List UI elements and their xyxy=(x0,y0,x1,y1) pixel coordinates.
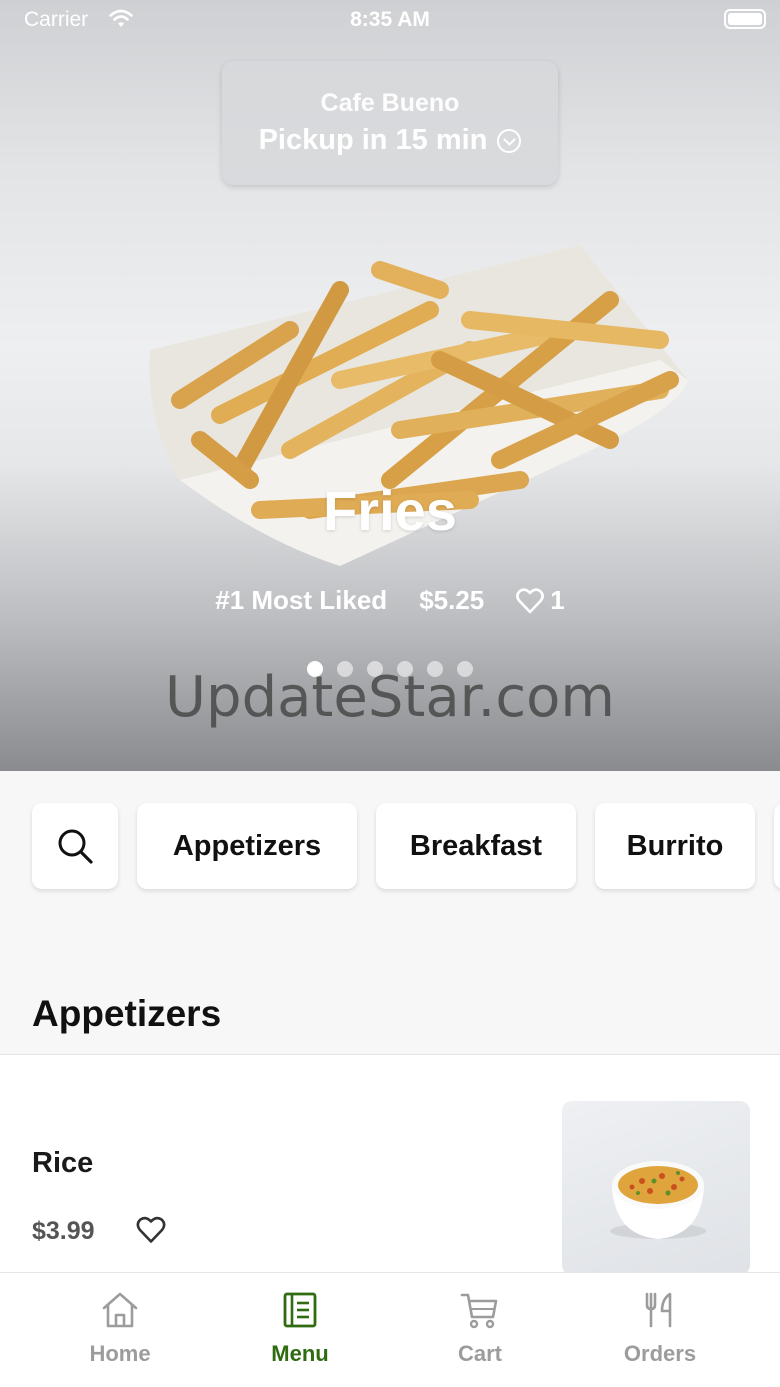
menu-item-name: Rice xyxy=(32,1147,94,1179)
orders-icon xyxy=(645,1292,672,1328)
category-chip-appetizers[interactable]: Appetizers xyxy=(137,803,357,889)
chevron-down-icon xyxy=(497,128,522,153)
watermark: UpdateStar.com xyxy=(165,665,615,730)
search-icon xyxy=(58,829,93,864)
pickup-time-label: Pickup in 15 min xyxy=(258,124,488,156)
status-bar: Carrier 8:35 AM xyxy=(0,0,780,40)
category-chip-burrito[interactable]: Burrito xyxy=(595,803,755,889)
category-chips[interactable]: Appetizers Breakfast Burrito xyxy=(0,800,780,895)
tab-label-cart: Cart xyxy=(457,1341,502,1366)
category-chip-breakfast[interactable]: Breakfast xyxy=(376,803,576,889)
menu-icon xyxy=(283,1292,317,1328)
heart-icon xyxy=(516,587,545,613)
tab-bar: Home Menu Cart Orders xyxy=(0,1272,780,1387)
tab-label-menu: Menu xyxy=(271,1341,329,1366)
featured-hero[interactable]: Carrier 8:35 AM Cafe Bueno Pickup in 15 … xyxy=(0,0,780,771)
tab-label-orders: Orders xyxy=(623,1341,697,1366)
menu-item[interactable]: Rice $3.99 xyxy=(0,1055,780,1275)
featured-likes[interactable]: 1 xyxy=(516,585,565,616)
featured-price: $5.25 xyxy=(419,585,485,615)
featured-item-meta: #1 Most Liked $5.25 1 xyxy=(0,585,780,616)
heart-icon[interactable] xyxy=(136,1216,166,1244)
section-title: Appetizers xyxy=(32,993,222,1034)
menu-item-price: $3.99 xyxy=(32,1217,95,1245)
category-chip-more[interactable] xyxy=(774,803,780,889)
battery-icon xyxy=(724,9,766,29)
tab-orders[interactable]: Orders xyxy=(570,1291,750,1367)
featured-rank: #1 Most Liked xyxy=(215,585,388,615)
likes-count: 1 xyxy=(550,585,565,615)
menu-item-image xyxy=(562,1101,750,1275)
clock: 8:35 AM xyxy=(350,8,430,31)
home-icon xyxy=(102,1292,138,1328)
search-button[interactable] xyxy=(32,803,118,889)
restaurant-name: Cafe Bueno xyxy=(320,89,460,117)
tab-cart[interactable]: Cart xyxy=(390,1291,570,1367)
tab-home[interactable]: Home xyxy=(30,1291,210,1367)
featured-item-title: Fries xyxy=(323,479,457,542)
cart-icon xyxy=(460,1293,498,1329)
tab-label-home: Home xyxy=(89,1341,151,1366)
tab-menu[interactable]: Menu xyxy=(210,1291,390,1367)
pickup-selector[interactable]: Cafe Bueno Pickup in 15 min xyxy=(222,61,558,185)
